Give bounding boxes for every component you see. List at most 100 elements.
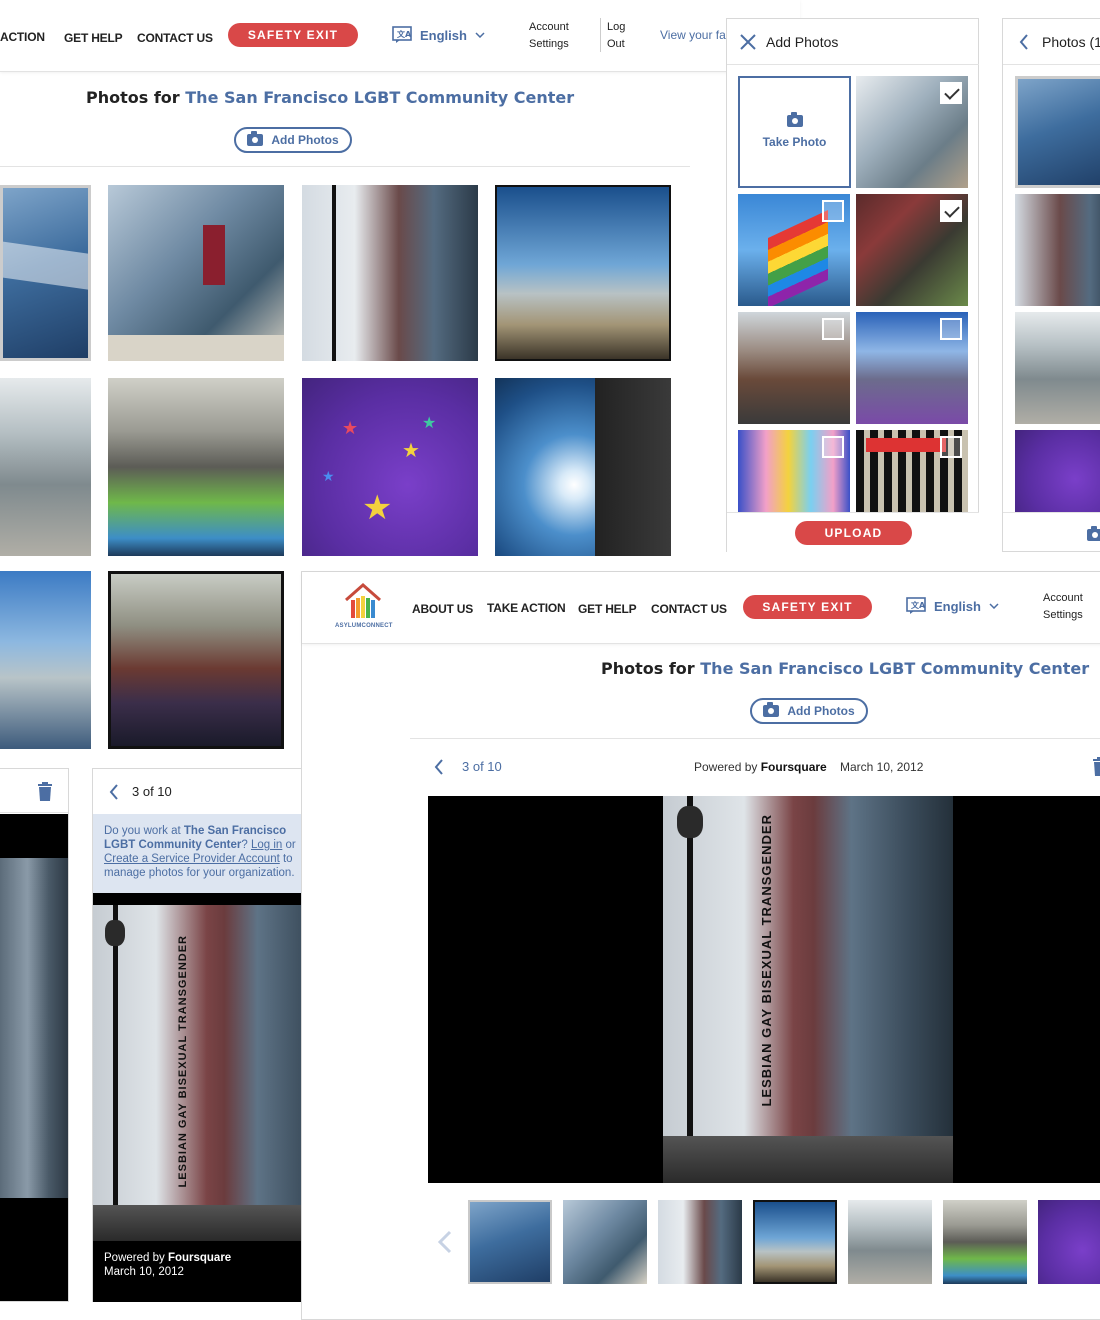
thumbnail[interactable] (1038, 1200, 1100, 1284)
trash-icon[interactable] (37, 782, 53, 801)
org-link[interactable]: The San Francisco LGBT Community Center (185, 88, 574, 107)
login-link[interactable]: Log in (251, 839, 282, 851)
checkbox-icon[interactable] (822, 318, 844, 340)
trash-icon[interactable] (1092, 757, 1100, 776)
nav-take-action[interactable]: ACTION (0, 30, 45, 44)
selectable-photo[interactable] (738, 312, 850, 424)
thumbnail[interactable] (563, 1200, 647, 1284)
title-prefix: Photos for (86, 88, 180, 107)
chevron-left-icon[interactable] (434, 758, 444, 776)
thumbnail[interactable] (753, 1200, 837, 1284)
nav-get-help[interactable]: GET HELP (578, 602, 637, 616)
account-settings-link[interactable]: Account Settings (529, 19, 569, 53)
selectable-photo[interactable] (856, 430, 968, 512)
gallery-photo[interactable] (1015, 194, 1100, 306)
nav-take-action[interactable]: TAKE ACTION (487, 601, 566, 615)
thumbnail[interactable] (468, 1200, 552, 1284)
thumbnail[interactable] (848, 1200, 932, 1284)
chevron-left-icon[interactable] (109, 783, 119, 801)
chevron-left-icon[interactable] (438, 1230, 452, 1254)
add-photos-label: Add Photos (787, 704, 855, 718)
gallery-photo[interactable] (1015, 76, 1100, 188)
checkbox-icon[interactable] (822, 436, 844, 458)
thumbnail[interactable] (658, 1200, 742, 1284)
notice-text: Do you work at (104, 825, 181, 837)
house-logo-icon (345, 582, 381, 618)
photo-counter: 3 of 10 (462, 759, 502, 774)
page-title: Photos for The San Francisco LGBT Commun… (601, 659, 1089, 678)
language-selector[interactable]: 文A English (392, 26, 485, 44)
selectable-photo[interactable] (738, 430, 850, 512)
gallery-photo[interactable] (0, 185, 91, 361)
nav-contact-us[interactable]: CONTACT US (651, 602, 727, 616)
view-favorites-link[interactable]: View your fa (660, 28, 726, 42)
language-selector[interactable]: 文A English (906, 597, 999, 615)
gallery-photo[interactable] (302, 185, 478, 361)
camera-icon[interactable] (1087, 526, 1100, 541)
safety-exit-button[interactable]: SAFETY EXIT (743, 595, 872, 619)
notice-text: or (285, 839, 296, 851)
chevron-down-icon (989, 603, 999, 609)
gallery-photo[interactable] (495, 185, 671, 361)
panel-title: Add Photos (766, 34, 839, 50)
gallery-photo[interactable] (0, 378, 91, 556)
photo-caption: Powered by Foursquare March 10, 2012 (104, 1251, 231, 1279)
out-label: Out (607, 38, 625, 50)
logout-link[interactable]: Log Out (607, 19, 625, 53)
panel-title: Photos (1 (1042, 34, 1100, 50)
checkbox-icon[interactable] (940, 318, 962, 340)
provider-name: Foursquare (760, 760, 827, 774)
checkbox-icon[interactable] (940, 200, 962, 222)
upload-button[interactable]: UPLOAD (795, 521, 912, 545)
account-settings-link[interactable]: Account Settings (1043, 590, 1083, 624)
svg-text:文A: 文A (397, 29, 412, 39)
org-link[interactable]: The San Francisco LGBT Community Center (700, 659, 1089, 678)
close-icon[interactable] (740, 34, 756, 50)
nav-get-help[interactable]: GET HELP (64, 31, 123, 45)
page-title: Photos for The San Francisco LGBT Commun… (86, 88, 574, 107)
selectable-photo[interactable] (856, 312, 968, 424)
create-account-link[interactable]: Create a Service Provider Account (104, 853, 280, 865)
gallery-photo[interactable] (108, 571, 284, 749)
divider (600, 18, 601, 52)
safety-exit-button[interactable]: SAFETY EXIT (228, 23, 358, 47)
front-page: ASYLUMCONNECT ABOUT US TAKE ACTION GET H… (301, 571, 1100, 1320)
gallery-photo[interactable]: ★ ★ ★ ★ ★ (302, 378, 478, 556)
log-label: Log (607, 21, 626, 33)
language-label: English (420, 27, 467, 43)
photo-toolbar: 3 of 10 Powered by Foursquare March 10, … (428, 755, 1100, 781)
selectable-photo[interactable] (856, 76, 968, 188)
gallery-photo[interactable] (1015, 312, 1100, 424)
translate-icon: 文A (392, 26, 412, 43)
camera-icon (763, 702, 780, 717)
selectable-photo[interactable] (738, 194, 850, 306)
gallery-photo[interactable] (495, 378, 671, 556)
logo-text: ASYLUMCONNECT (335, 623, 393, 629)
nav-about-us[interactable]: ABOUT US (412, 602, 473, 616)
nav-bar: ASYLUMCONNECT ABOUT US TAKE ACTION GET H… (302, 572, 1100, 644)
panel-footer: UPLOAD (727, 512, 979, 552)
add-photos-panel: Add Photos Take Photo UPLOAD (726, 18, 979, 552)
checkbox-icon[interactable] (940, 436, 962, 458)
camera-icon (786, 112, 803, 127)
photo-counter: 3 of 10 (132, 784, 172, 799)
gallery-photo[interactable] (1015, 430, 1100, 512)
panel-footer (1003, 512, 1100, 552)
gallery-photo[interactable] (108, 185, 284, 361)
chevron-left-icon[interactable] (1019, 33, 1029, 51)
asylumconnect-logo[interactable]: ASYLUMCONNECT (335, 582, 393, 632)
add-photos-button[interactable]: Add Photos (234, 127, 352, 153)
language-label: English (934, 598, 981, 614)
powered-by-label: Powered by (104, 1252, 165, 1264)
selectable-photo[interactable] (856, 194, 968, 306)
nav-contact-us[interactable]: CONTACT US (137, 31, 213, 45)
account-label: Account (529, 21, 569, 33)
photo-viewer: LESBIAN GAY BISEXUAL TRANSGENDER (428, 796, 1100, 1183)
thumbnail[interactable] (943, 1200, 1027, 1284)
checkbox-icon[interactable] (940, 82, 962, 104)
take-photo-tile[interactable]: Take Photo (738, 76, 851, 188)
add-photos-button[interactable]: Add Photos (750, 698, 868, 724)
checkbox-icon[interactable] (822, 200, 844, 222)
gallery-photo[interactable] (0, 571, 91, 749)
gallery-photo[interactable] (108, 378, 284, 556)
